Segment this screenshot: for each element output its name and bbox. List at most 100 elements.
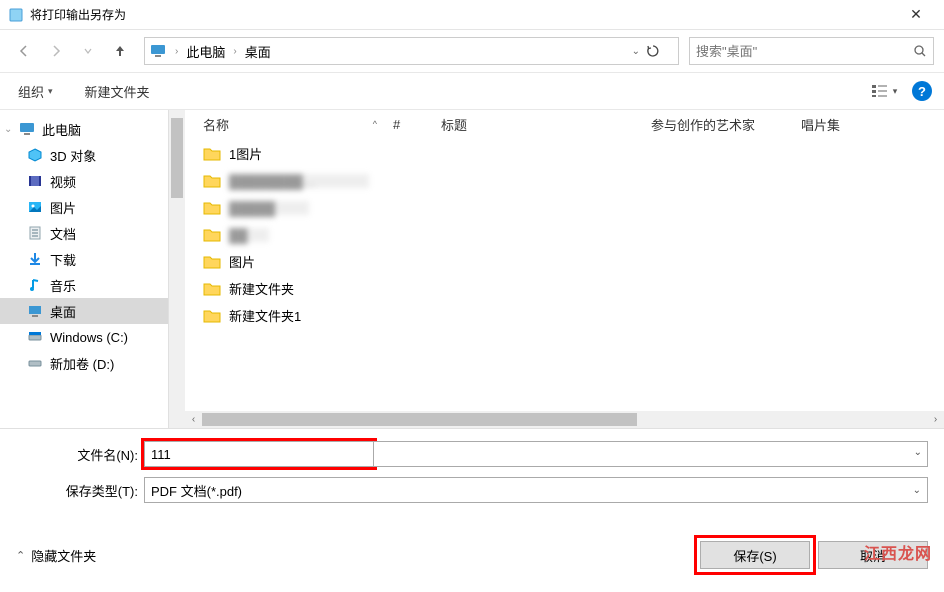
chevron-down-icon[interactable]: ⌄: [914, 447, 922, 458]
file-list: 名称^ # 标题 参与创作的艺术家 唱片集 1图片 ████████… ████…: [185, 110, 944, 428]
file-row[interactable]: 图片: [185, 248, 944, 275]
up-button[interactable]: [106, 37, 134, 65]
desktop-icon: [26, 302, 44, 320]
scrollbar-thumb[interactable]: [202, 413, 637, 426]
chevron-right-icon[interactable]: ›: [173, 46, 180, 57]
file-row[interactable]: 新建文件夹: [185, 275, 944, 302]
window-title: 将打印输出另存为: [30, 6, 896, 23]
filename-input[interactable]: [144, 441, 374, 467]
organize-button[interactable]: 组织▾: [12, 78, 59, 105]
back-button[interactable]: [10, 37, 38, 65]
form-area: 文件名(N): ⌄ 保存类型(T): PDF 文档(*.pdf) ⌄: [0, 428, 944, 523]
pictures-icon: [26, 198, 44, 216]
filename-label: 文件名(N):: [16, 445, 144, 464]
address-bar[interactable]: › 此电脑 › 桌面 ⌄: [144, 37, 679, 65]
new-folder-button[interactable]: 新建文件夹: [79, 78, 156, 105]
file-name: ████████…: [229, 174, 369, 188]
scroll-right-button[interactable]: ›: [927, 411, 944, 428]
tree-item-drive-d[interactable]: 新加卷 (D:): [0, 350, 185, 376]
file-rows: 1图片 ████████… █████ ██ 图片 新建文件夹 新建文件夹1: [185, 138, 944, 329]
chevron-right-icon[interactable]: ›: [231, 46, 238, 57]
folder-icon: [203, 254, 221, 270]
close-button[interactable]: ✕: [896, 6, 936, 23]
search-box[interactable]: [689, 37, 934, 65]
help-button[interactable]: ?: [912, 81, 932, 101]
filetype-label: 保存类型(T):: [16, 481, 144, 500]
search-input[interactable]: [696, 44, 913, 59]
tree-label: 音乐: [50, 276, 76, 295]
chevron-down-icon: ⌄: [913, 485, 921, 496]
forward-button[interactable]: [42, 37, 70, 65]
tree-item-downloads[interactable]: 下载: [0, 246, 185, 272]
documents-icon: [26, 224, 44, 242]
search-icon[interactable]: [913, 44, 927, 58]
chevron-down-icon: ▾: [893, 86, 898, 97]
chevron-down-icon: ▾: [48, 86, 53, 97]
tree-item-3dobjects[interactable]: 3D 对象: [0, 142, 185, 168]
scrollbar-thumb[interactable]: [171, 118, 183, 198]
tree-label: 视频: [50, 172, 76, 191]
file-name: 1图片: [229, 144, 262, 163]
col-album[interactable]: 唱片集: [793, 115, 944, 134]
tree-item-documents[interactable]: 文档: [0, 220, 185, 246]
tree-item-pictures[interactable]: 图片: [0, 194, 185, 220]
nav-tree: ⌄ 此电脑 3D 对象 视频 图片 文档 下载 音乐 桌面 Windows (C…: [0, 110, 185, 428]
filetype-row: 保存类型(T): PDF 文档(*.pdf) ⌄: [16, 477, 928, 503]
file-name: 新建文件夹: [229, 279, 294, 298]
col-name[interactable]: 名称^: [195, 115, 385, 134]
save-button[interactable]: 保存(S): [700, 541, 810, 569]
hide-folders-toggle[interactable]: ⌃ 隐藏文件夹: [16, 546, 96, 565]
tree-label: 新加卷 (D:): [50, 354, 114, 373]
file-row[interactable]: 新建文件夹1: [185, 302, 944, 329]
folder-icon: [203, 281, 221, 297]
file-name: 图片: [229, 252, 255, 271]
tree-item-drive-c[interactable]: Windows (C:): [0, 324, 185, 350]
music-icon: [26, 276, 44, 294]
tree-item-music[interactable]: 音乐: [0, 272, 185, 298]
tree-scrollbar[interactable]: [168, 110, 185, 428]
file-row[interactable]: █████: [185, 194, 944, 221]
tree-label: 3D 对象: [50, 146, 96, 165]
expand-icon[interactable]: ⌄: [4, 124, 12, 135]
tree-root-thispc[interactable]: ⌄ 此电脑: [0, 116, 185, 142]
downloads-icon: [26, 250, 44, 268]
app-icon: [8, 7, 24, 23]
col-num[interactable]: #: [385, 117, 433, 132]
folder-icon: [203, 146, 221, 162]
filename-input-ext[interactable]: [374, 441, 928, 467]
watermark: 江西龙网: [864, 540, 932, 564]
nav-row: › 此电脑 › 桌面 ⌄: [0, 30, 944, 72]
view-options-button[interactable]: ▾: [866, 79, 902, 103]
pc-icon: [149, 42, 167, 60]
footer: ⌃ 隐藏文件夹 保存(S) 取消: [0, 523, 944, 583]
file-row[interactable]: ████████…: [185, 167, 944, 194]
tree-label: 此电脑: [42, 120, 81, 139]
file-name: █████: [229, 201, 309, 215]
refresh-button[interactable]: [646, 44, 674, 58]
tree-item-desktop[interactable]: 桌面: [0, 298, 185, 324]
tree-item-videos[interactable]: 视频: [0, 168, 185, 194]
horizontal-scrollbar[interactable]: ‹ ›: [185, 411, 944, 428]
file-row[interactable]: 1图片: [185, 140, 944, 167]
col-title[interactable]: 标题: [433, 115, 643, 134]
file-row[interactable]: ██: [185, 221, 944, 248]
folder-icon: [203, 173, 221, 189]
video-icon: [26, 172, 44, 190]
folder-icon: [203, 308, 221, 324]
scroll-left-button[interactable]: ‹: [185, 411, 202, 428]
drive-icon: [26, 354, 44, 372]
file-name: ██: [229, 228, 269, 242]
breadcrumb-current[interactable]: 桌面: [239, 42, 277, 61]
recent-dropdown[interactable]: [74, 37, 102, 65]
address-dropdown[interactable]: ⌄: [626, 46, 646, 57]
drive-icon: [26, 328, 44, 346]
breadcrumb-root[interactable]: 此电脑: [180, 42, 231, 61]
col-artist[interactable]: 参与创作的艺术家: [643, 115, 793, 134]
sort-asc-icon: ^: [373, 119, 377, 129]
folder-icon: [203, 227, 221, 243]
tree-label: 下载: [50, 250, 76, 269]
main-area: ⌄ 此电脑 3D 对象 视频 图片 文档 下载 音乐 桌面 Windows (C…: [0, 110, 944, 428]
3d-icon: [26, 146, 44, 164]
filetype-combo[interactable]: PDF 文档(*.pdf) ⌄: [144, 477, 928, 503]
chevron-up-icon: ⌃: [16, 549, 25, 562]
